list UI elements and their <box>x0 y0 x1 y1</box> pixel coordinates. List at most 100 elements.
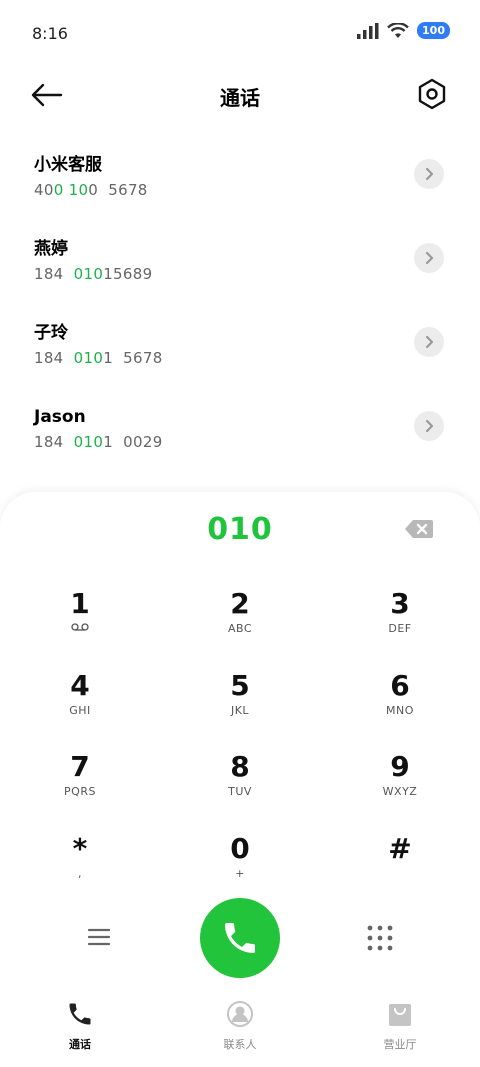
keypad-row: 7 PQRS 8 TUV 9 WXYZ <box>0 751 480 833</box>
number-segment: 184 <box>34 265 74 283</box>
tab-contacts[interactable]: 联系人 <box>160 1000 320 1067</box>
number-segment: 0 5678 <box>88 181 148 199</box>
key-letters: ABC <box>227 622 253 635</box>
key-digit: 9 <box>390 750 410 783</box>
key-digit: 7 <box>70 750 90 783</box>
header: 通话 <box>0 70 480 122</box>
number-match-highlight: 0 <box>53 181 64 199</box>
contact-number: 184 0101 5678 <box>34 349 480 367</box>
dialpad-grid-icon <box>367 925 393 951</box>
contact-name: 子玲 <box>34 323 68 343</box>
contact-row[interactable]: 燕婷 184 01015689 <box>0 218 480 302</box>
contact-name: Jason <box>34 407 86 427</box>
number-segment: 15689 <box>103 265 153 283</box>
chevron-right-icon <box>425 251 434 265</box>
contact-name: 小米客服 <box>34 155 102 175</box>
tab-calls[interactable]: 通话 <box>0 1000 160 1067</box>
key-9[interactable]: 9 WXYZ <box>320 751 480 833</box>
status-icons: 100 <box>357 22 450 39</box>
contact-row[interactable]: 子玲 184 0101 5678 <box>0 302 480 386</box>
key-2[interactable]: 2 ABC <box>160 588 320 670</box>
contact-row[interactable]: Jason 184 0101 0029 <box>0 386 480 470</box>
phone-icon <box>225 923 255 953</box>
dialpad-toggle-button[interactable] <box>366 924 394 952</box>
contact-number: 400 100 5678 <box>34 181 480 199</box>
contact-suggestion-list: 小米客服 400 100 5678 燕婷 184 01015689 子玲 184 0101… <box>0 134 480 470</box>
keypad-row: 4 GHI 5 JKL 6 MNO <box>0 668 480 752</box>
key-3[interactable]: 3 DEF <box>320 588 480 670</box>
key-digit: 5 <box>230 668 250 702</box>
number-match-highlight: 010 <box>73 433 104 451</box>
key-letters: WXYZ <box>382 785 418 798</box>
person-icon <box>227 1001 253 1027</box>
hamburger-icon <box>87 928 111 946</box>
key-letters: PQRS <box>64 785 96 798</box>
phone-icon <box>69 1003 91 1025</box>
key-digit: 0 <box>230 831 250 865</box>
number-match-highlight: 010 <box>73 349 104 367</box>
page-title: 通话 <box>220 86 260 110</box>
key-letters: , <box>78 866 82 880</box>
contact-details-button[interactable] <box>414 327 444 357</box>
key-letters: TUV <box>228 785 252 798</box>
number-segment: 184 <box>34 433 74 451</box>
tab-business-hall[interactable]: 营业厅 <box>320 1000 480 1067</box>
menu-button[interactable] <box>86 924 112 950</box>
key-digit: 1 <box>70 587 90 620</box>
settings-button[interactable] <box>414 76 450 112</box>
backspace-icon <box>405 520 433 538</box>
bottom-tab-bar: 通话 联系人 营业厅 <box>0 1000 480 1067</box>
settings-hexagon-icon <box>418 78 446 110</box>
dial-panel: 010 1 2 ABC 3 DEF 4 GHI 5 JKL 6 MNO 7 PQRS 8 TUV 9 WXYZ *… <box>0 492 480 1067</box>
key-digit: * <box>72 831 88 865</box>
contact-details-button[interactable] <box>414 411 444 441</box>
number-segment: 1 5678 <box>103 349 163 367</box>
key-digit: 4 <box>70 668 90 702</box>
contact-number: 184 0101 0029 <box>34 433 480 451</box>
key-letters: + <box>235 866 245 880</box>
contact-details-button[interactable] <box>414 243 444 273</box>
status-bar: 8:16 100 <box>0 0 480 68</box>
call-button[interactable] <box>200 898 280 978</box>
signal-icon <box>357 22 379 39</box>
key-5[interactable]: 5 JKL <box>160 668 320 752</box>
key-6[interactable]: 6 MNO <box>320 668 480 752</box>
chevron-right-icon <box>425 419 434 433</box>
key-digit: 2 <box>230 587 250 620</box>
key-8[interactable]: 8 TUV <box>160 751 320 833</box>
wifi-icon <box>387 22 409 38</box>
status-time: 8:16 <box>32 24 68 43</box>
dial-actions <box>0 898 480 980</box>
number-match-highlight: 010 <box>73 265 104 283</box>
voicemail-icon <box>71 622 89 636</box>
key-letters: DEF <box>388 622 412 635</box>
battery-badge: 100 <box>417 22 450 39</box>
tab-label: 营业厅 <box>383 1038 417 1051</box>
backspace-button[interactable] <box>404 518 434 540</box>
key-1[interactable]: 1 <box>0 588 160 670</box>
shopping-bag-icon <box>389 1004 411 1026</box>
tab-label: 联系人 <box>223 1038 257 1051</box>
key-digit: 8 <box>230 750 250 783</box>
key-letters: JKL <box>230 703 250 717</box>
tab-label: 通话 <box>69 1038 91 1051</box>
keypad: 1 2 ABC 3 DEF 4 GHI 5 JKL 6 MNO 7 PQRS 8 TUV 9 WXYZ *, 0 + # <box>0 588 480 914</box>
key-digit: # <box>388 831 412 865</box>
number-segment: 184 <box>34 349 74 367</box>
number-segment: 1 0029 <box>103 433 163 451</box>
contact-name: 燕婷 <box>34 239 68 259</box>
contact-number: 184 01015689 <box>34 265 480 283</box>
chevron-right-icon <box>425 167 434 181</box>
number-match-highlight: 10 <box>68 181 89 199</box>
chevron-right-icon <box>425 335 434 349</box>
key-digit: 6 <box>390 668 410 702</box>
key-4[interactable]: 4 GHI <box>0 668 160 752</box>
keypad-row: 1 2 ABC 3 DEF <box>0 588 480 670</box>
key-letters: MNO <box>386 703 414 717</box>
key-letters: GHI <box>69 703 91 717</box>
contact-row[interactable]: 小米客服 400 100 5678 <box>0 134 480 218</box>
contact-details-button[interactable] <box>414 159 444 189</box>
key-digit: 3 <box>390 587 410 620</box>
key-7[interactable]: 7 PQRS <box>0 751 160 833</box>
number-segment: 40 <box>34 181 54 199</box>
